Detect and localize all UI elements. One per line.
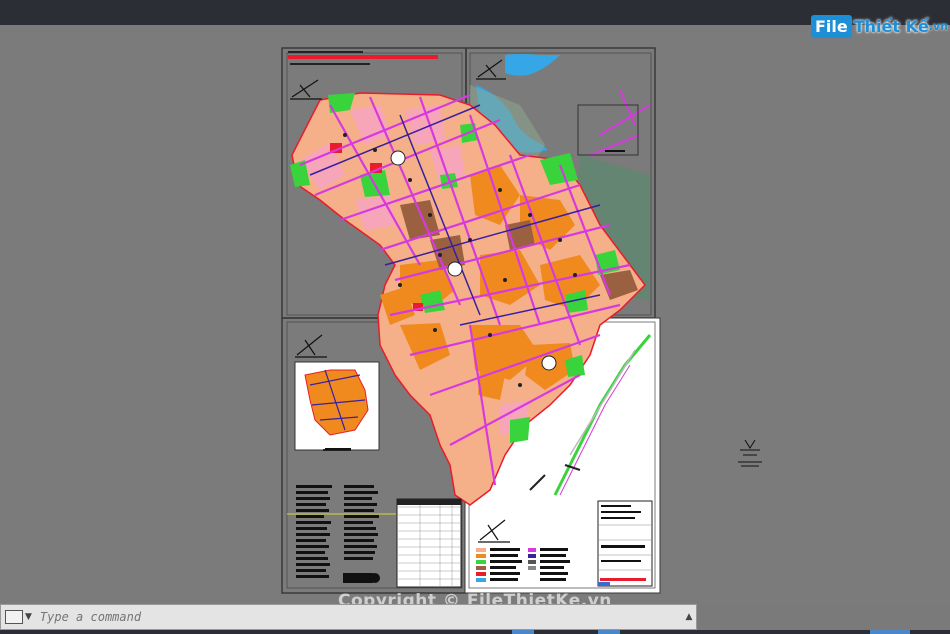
- cad-drawing: [281, 47, 762, 594]
- command-input[interactable]: [37, 609, 682, 625]
- site-logo: File Thiết Kế .vn: [811, 12, 948, 40]
- title-bar: [0, 0, 950, 25]
- status-bar: [0, 630, 950, 634]
- status-tab[interactable]: [870, 630, 910, 634]
- logo-suffix-text: .vn: [928, 19, 949, 33]
- drawing-canvas[interactable]: [0, 25, 950, 605]
- north-arrow-icon: [738, 439, 762, 467]
- chevron-down-icon[interactable]: ▼: [25, 612, 32, 622]
- logo-main-text: Thiết Kế: [853, 16, 929, 36]
- command-line-icon[interactable]: [5, 610, 23, 624]
- command-line[interactable]: ▼ ▲: [0, 604, 697, 630]
- logo-box-text: File: [811, 14, 852, 38]
- chevron-up-icon[interactable]: ▲: [682, 612, 696, 622]
- status-tab[interactable]: [598, 630, 620, 634]
- status-tab[interactable]: [512, 630, 534, 634]
